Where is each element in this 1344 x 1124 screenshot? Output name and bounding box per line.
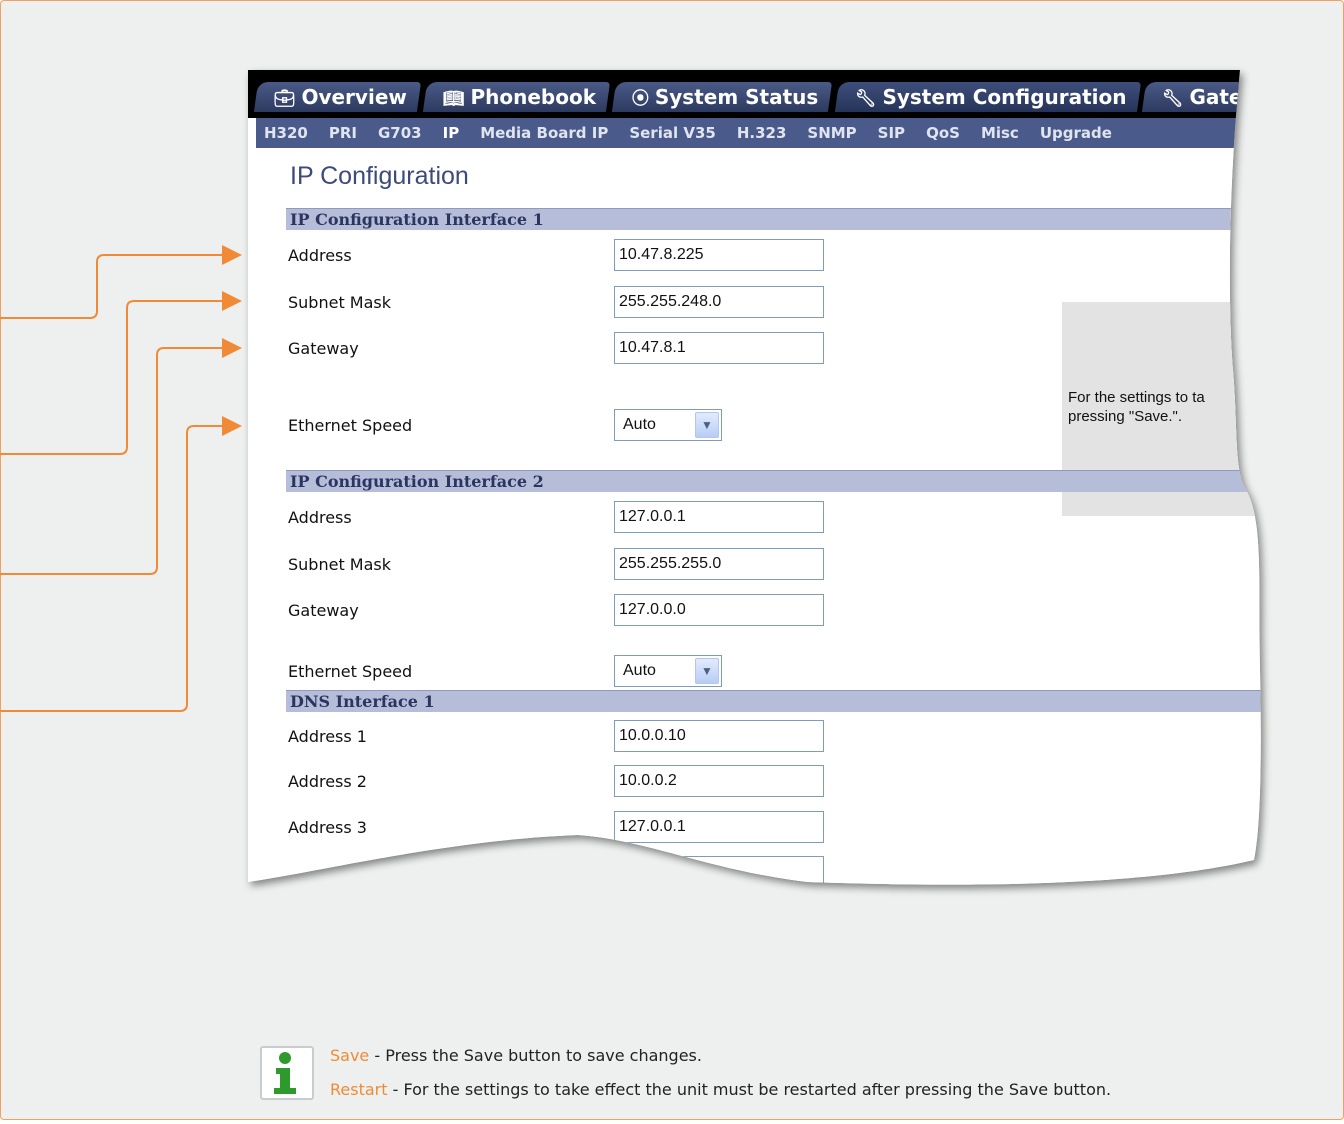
subnav-qos[interactable]: QoS [926, 124, 960, 142]
side-note-line-2: pressing "Save.". [1068, 408, 1183, 425]
label-dns-address-2: Address 2 [288, 772, 367, 791]
dns-address-2-field[interactable]: 10.0.0.2 [614, 765, 824, 797]
ethernet-speed-select-2[interactable]: Auto ▼ [614, 655, 722, 687]
ethernet-speed-select-1[interactable]: Auto ▼ [614, 409, 722, 441]
info-icon [260, 1046, 314, 1100]
subnav-h323[interactable]: H.323 [737, 124, 787, 142]
tab-overview[interactable]: 💼︎ Overview [254, 82, 421, 112]
save-description: - Press the Save button to save changes. [369, 1046, 702, 1065]
address-field-2[interactable]: 127.0.0.1 [614, 501, 824, 533]
gateway-field-1[interactable]: 10.47.8.1 [614, 332, 824, 364]
sub-navigation: H320 PRI G703 IP Media Board IP Serial V… [256, 118, 1268, 148]
subnav-media-board-ip[interactable]: Media Board IP [480, 124, 608, 142]
subnav-pri[interactable]: PRI [329, 124, 357, 142]
restart-info-line: Restart - For the settings to take effec… [330, 1080, 1111, 1099]
chevron-down-icon[interactable]: ▼ [695, 412, 719, 438]
dns-address-4-field[interactable] [614, 856, 824, 888]
label-subnet-mask-2: Subnet Mask [288, 555, 392, 574]
label-gateway-1: Gateway [288, 339, 359, 358]
restart-description: - For the settings to take effect the un… [387, 1080, 1112, 1099]
label-dns-address-1: Address 1 [288, 727, 367, 746]
subnav-upgrade[interactable]: Upgrade [1040, 124, 1112, 142]
subnav-serial-v35[interactable]: Serial V35 [629, 124, 715, 142]
section-header-interface-2: IP Configuration Interface 2 [286, 470, 1268, 492]
subnet-mask-field-1[interactable]: 255.255.248.0 [614, 286, 824, 318]
subnav-misc[interactable]: Misc [981, 124, 1019, 142]
label-ethernet-speed-2: Ethernet Speed [288, 662, 413, 681]
subnav-ip[interactable]: IP [443, 124, 460, 142]
tab-system-configuration[interactable]: 🔧︎ System Configuration [834, 82, 1140, 112]
tab-system-status[interactable]: ⦿ System Status [612, 82, 833, 112]
tab-gateway-configuration[interactable]: 🔧︎Gateway Co [1142, 82, 1268, 112]
subnav-sip[interactable]: SIP [878, 124, 905, 142]
label-ethernet-speed-1: Ethernet Speed [288, 416, 413, 435]
ethernet-speed-value-1: Auto [623, 416, 656, 433]
dns-address-3-field[interactable]: 127.0.0.1 [614, 811, 824, 843]
subnet-mask-field-2[interactable]: 255.255.255.0 [614, 548, 824, 580]
subnav-g703[interactable]: G703 [378, 124, 422, 142]
wrench-icon: 🔧︎ [1162, 89, 1184, 109]
wrench-icon: 🔧︎ [854, 89, 877, 109]
tab-phonebook[interactable]: 📖︎ Phonebook [423, 82, 610, 112]
address-field-1[interactable]: 10.47.8.225 [614, 239, 824, 271]
section-header-interface-1: IP Configuration Interface 1 [286, 208, 1268, 230]
label-dns-address-3: Address 3 [288, 818, 367, 837]
content-area: IP Configuration IP Configuration Interf… [256, 148, 1268, 900]
label-gateway-2: Gateway [288, 601, 359, 620]
subnav-snmp[interactable]: SNMP [807, 124, 856, 142]
side-note-line-1: For the settings to ta [1068, 389, 1205, 406]
chevron-down-icon[interactable]: ▼ [695, 658, 719, 684]
restart-keyword: Restart [330, 1080, 388, 1099]
status-icon: ⦿ [632, 89, 650, 109]
briefcase-icon: 💼︎ [273, 89, 296, 109]
gateway-field-2[interactable]: 127.0.0.0 [614, 594, 824, 626]
save-keyword: Save [330, 1046, 370, 1065]
save-info-line: Save - Press the Save button to save cha… [330, 1046, 702, 1065]
label-address-2: Address [288, 508, 352, 527]
ethernet-speed-value-2: Auto [623, 662, 656, 679]
section-header-dns-1: DNS Interface 1 [286, 690, 1268, 712]
page-title: IP Configuration [290, 162, 469, 190]
label-address-1: Address [288, 246, 352, 265]
dns-address-1-field[interactable]: 10.0.0.10 [614, 720, 824, 752]
screenshot-panel: 💼︎ Overview 📖︎ Phonebook ⦿ System Status 🔧︎… [248, 70, 1268, 900]
subnav-h320[interactable]: H320 [264, 124, 308, 142]
label-subnet-mask-1: Subnet Mask [288, 293, 392, 312]
tab-bar: 💼︎ Overview 📖︎ Phonebook ⦿ System Status 🔧︎… [248, 70, 1268, 118]
book-icon: 📖︎ [442, 89, 465, 109]
